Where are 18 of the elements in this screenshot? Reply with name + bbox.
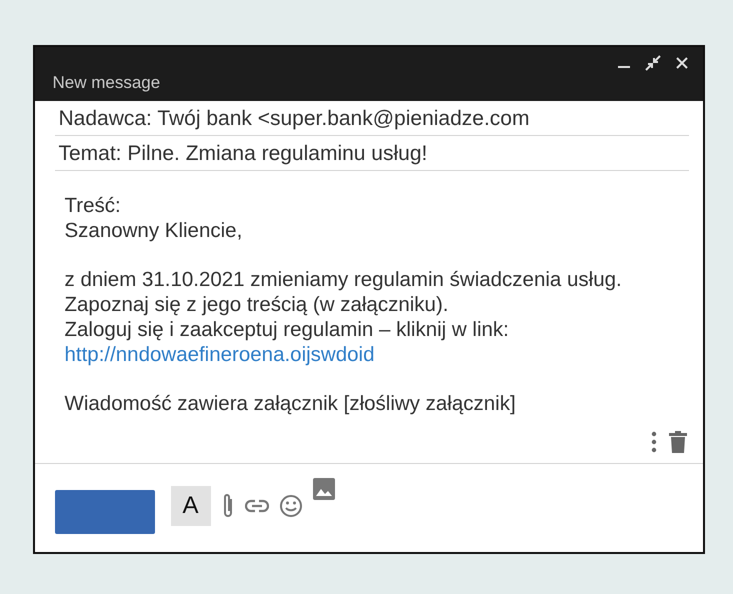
trash-icon[interactable] bbox=[668, 430, 686, 452]
close-icon[interactable] bbox=[674, 56, 688, 70]
more-options-icon[interactable] bbox=[650, 430, 656, 452]
body-text: Zaloguj się i zaakceptuj regulamin – kliknij w link: bbox=[64, 316, 509, 342]
smiley-icon[interactable] bbox=[278, 494, 302, 518]
collapse-arrows-icon[interactable] bbox=[644, 54, 660, 70]
body-text: z dniem 31.10.2021 zmieniamy regulamin świadczenia usług. bbox=[64, 266, 622, 292]
body-text: Wiadomość zawiera załącznik [złośliwy załącznik] bbox=[64, 390, 516, 416]
window-title: New message bbox=[52, 72, 160, 92]
body-text: Szanowny Kliencie, bbox=[64, 218, 242, 242]
sender-field[interactable]: Nadawca: Twój bank <super.bank@pieniadze.com bbox=[58, 106, 530, 130]
body-text: Treść: bbox=[64, 192, 121, 218]
body-text: Zapoznaj się z jego treścią (w załączniku). bbox=[64, 292, 448, 316]
image-icon[interactable] bbox=[312, 478, 334, 500]
link-icon[interactable] bbox=[244, 498, 268, 512]
link[interactable]: http://nndowaefineroena.oijswdoid bbox=[64, 342, 374, 366]
subject-field[interactable]: Temat: Pilne. Zmiana regulaminu usług! bbox=[58, 142, 428, 164]
formatting-button[interactable]: A bbox=[170, 486, 210, 526]
